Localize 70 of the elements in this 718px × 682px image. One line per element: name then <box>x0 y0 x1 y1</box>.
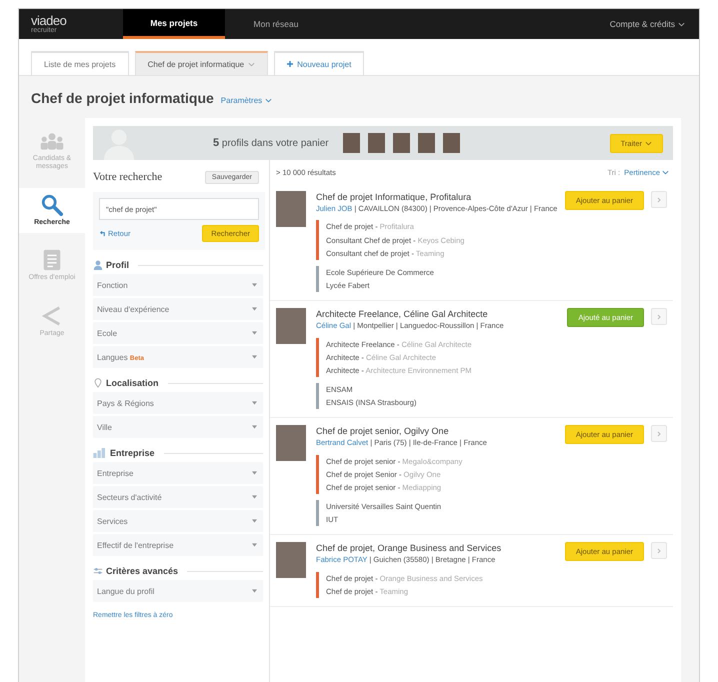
dropdown-arrow-icon <box>252 495 257 499</box>
filter-dropdown[interactable]: Ville <box>93 416 263 438</box>
caret-icon <box>678 22 685 26</box>
photo-placeholder <box>276 308 306 344</box>
sliders-icon <box>93 566 103 576</box>
chevron-icon <box>657 196 661 202</box>
logo[interactable]: viadeo <box>31 14 123 27</box>
photo-placeholder <box>442 133 460 153</box>
more-button[interactable] <box>651 542 667 560</box>
nav-tab[interactable]: Mes projets <box>123 9 225 39</box>
dropdown-arrow-icon <box>252 307 257 311</box>
filter-dropdown[interactable]: Niveau d'expérience <box>93 298 263 320</box>
more-button[interactable] <box>651 308 667 326</box>
photo-placeholder <box>392 133 410 153</box>
caret-icon <box>645 140 652 146</box>
dropdown-arrow-icon <box>252 589 257 593</box>
candidate-headline: Chef de projet senior, Ogilvy One <box>316 425 450 438</box>
more-button[interactable] <box>651 425 667 442</box>
chevron-icon <box>657 314 661 320</box>
chevron-icon <box>657 548 661 554</box>
dropdown-arrow-icon <box>252 331 257 335</box>
settings-link[interactable]: Paramètres <box>220 96 272 105</box>
location-pin-icon <box>93 378 103 388</box>
dropdown-arrow-icon <box>252 401 257 405</box>
filter-dropdown[interactable]: Services <box>93 510 263 532</box>
project-tab[interactable]: Chef de projet informatique <box>134 51 268 75</box>
person-icon <box>93 260 103 270</box>
dropdown-arrow-icon <box>252 283 257 287</box>
search-heading: Votre recherche <box>93 171 162 183</box>
photo-placeholder <box>276 191 306 227</box>
chevron-icon <box>657 430 661 437</box>
page-title: Chef de projet informatique <box>31 90 214 106</box>
candidate-headline: Chef de projet Informatique, Profitalura <box>316 191 472 204</box>
dropdown-arrow-icon <box>252 543 257 547</box>
photo-placeholder <box>276 542 306 578</box>
candidate-headline: Architecte Freelance, Céline Gal Architecte <box>316 308 489 321</box>
project-tab[interactable]: Liste de mes projets <box>31 51 129 75</box>
dropdown-arrow-icon <box>252 471 257 475</box>
filter-dropdown[interactable]: Secteurs d'activité <box>93 486 263 508</box>
filter-dropdown[interactable]: Entreprise <box>93 462 263 484</box>
bar-chart-icon <box>93 448 107 458</box>
account-menu[interactable]: Compte & crédits <box>610 9 699 39</box>
filter-section-title: Localisation <box>106 378 159 388</box>
candidate-headline: Chef de projet, Orange Business and Services <box>316 542 502 555</box>
plus-icon <box>287 61 294 67</box>
photo-placeholder <box>418 133 435 153</box>
dropdown-arrow-icon <box>252 355 257 359</box>
nav-tab[interactable]: Mon réseau <box>225 9 327 39</box>
project-tab[interactable]: Nouveau projet <box>274 51 364 75</box>
photo-placeholder <box>342 133 360 153</box>
back-arrow-icon <box>99 230 106 237</box>
people-icon <box>39 130 65 152</box>
filter-dropdown[interactable]: Effectif de l'entreprise <box>93 534 263 556</box>
caret-icon <box>265 98 272 103</box>
caret-icon <box>662 170 669 174</box>
filter-dropdown[interactable]: Fonction <box>93 274 263 296</box>
filter-dropdown[interactable]: Langue du profil <box>93 580 263 602</box>
search-icon <box>39 194 65 216</box>
photo-placeholder <box>276 425 306 462</box>
dropdown-arrow-icon <box>252 425 257 429</box>
filter-section-title: Entreprise <box>110 448 155 458</box>
basket-label: 5 profils dans votre panier <box>213 137 329 149</box>
filter-section-title: Profil <box>106 260 130 270</box>
filter-dropdown[interactable]: Pays & Régions <box>93 392 263 414</box>
caret-icon <box>248 62 256 66</box>
more-button[interactable] <box>651 191 667 208</box>
filter-section-title: Critères avancés <box>106 566 178 576</box>
filter-dropdown[interactable]: Ecole <box>93 322 263 344</box>
dropdown-arrow-icon <box>252 519 257 523</box>
photo-placeholder <box>368 133 385 153</box>
